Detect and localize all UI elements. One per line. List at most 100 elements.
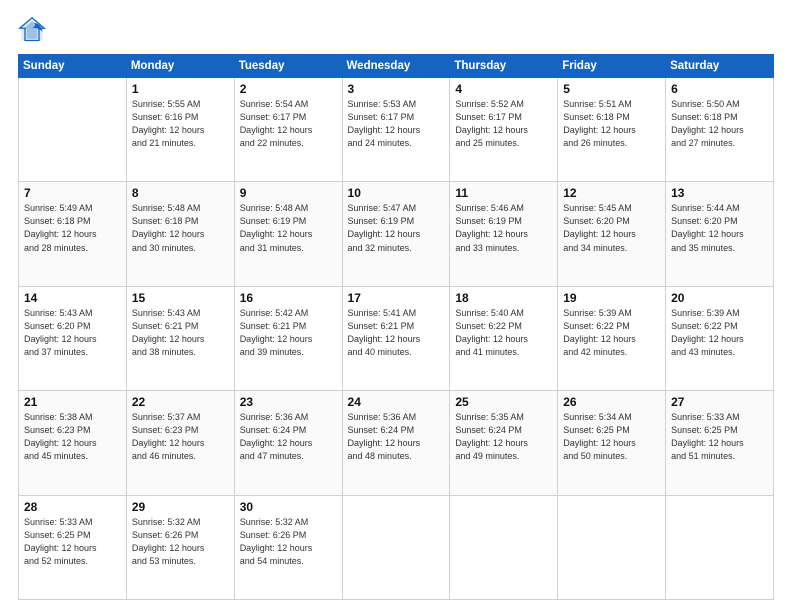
calendar-header-row: SundayMondayTuesdayWednesdayThursdayFrid… bbox=[19, 55, 774, 78]
calendar-cell: 22 Sunrise: 5:37 AM Sunset: 6:23 PM Dayli… bbox=[126, 391, 234, 495]
calendar-cell: 20Sunrise: 5:39 AM Sunset: 6:22 PM Dayli… bbox=[666, 286, 774, 390]
calendar-cell bbox=[342, 495, 450, 599]
calendar-cell: 1 Sunrise: 5:55 AM Sunset: 6:16 PM Daylig… bbox=[126, 78, 234, 182]
day-number: 24 bbox=[348, 395, 445, 409]
calendar-cell bbox=[666, 495, 774, 599]
day-number: 6 bbox=[671, 82, 768, 96]
day-number: 30 bbox=[240, 500, 337, 514]
calendar-cell: 9 Sunrise: 5:48 AM Sunset: 6:19 PM Daylig… bbox=[234, 182, 342, 286]
day-number: 1 bbox=[132, 82, 229, 96]
day-number: 13 bbox=[671, 186, 768, 200]
calendar-cell: 15 Sunrise: 5:43 AM Sunset: 6:21 PM Dayli… bbox=[126, 286, 234, 390]
calendar-cell: 26 Sunrise: 5:34 AM Sunset: 6:25 PM Dayli… bbox=[558, 391, 666, 495]
day-info: Sunrise: 5:36 AM Sunset: 6:24 PM Dayligh… bbox=[348, 411, 445, 463]
calendar-week-3: 21 Sunrise: 5:38 AM Sunset: 6:23 PM Dayli… bbox=[19, 391, 774, 495]
day-number: 12 bbox=[563, 186, 660, 200]
calendar-cell bbox=[558, 495, 666, 599]
calendar-cell: 30Sunrise: 5:32 AM Sunset: 6:26 PM Dayli… bbox=[234, 495, 342, 599]
calendar-cell: 7 Sunrise: 5:49 AM Sunset: 6:18 PM Daylig… bbox=[19, 182, 127, 286]
calendar-cell: 12 Sunrise: 5:45 AM Sunset: 6:20 PM Dayli… bbox=[558, 182, 666, 286]
calendar-cell: 23 Sunrise: 5:36 AM Sunset: 6:24 PM Dayli… bbox=[234, 391, 342, 495]
day-number: 20 bbox=[671, 291, 768, 305]
day-number: 17 bbox=[348, 291, 445, 305]
day-number: 22 bbox=[132, 395, 229, 409]
day-number: 5 bbox=[563, 82, 660, 96]
calendar-cell: 28 Sunrise: 5:33 AM Sunset: 6:25 PM Dayli… bbox=[19, 495, 127, 599]
calendar-header-tuesday: Tuesday bbox=[234, 55, 342, 78]
day-info: Sunrise: 5:42 AM Sunset: 6:21 PM Dayligh… bbox=[240, 307, 337, 359]
calendar-cell: 4Sunrise: 5:52 AM Sunset: 6:17 PM Daylig… bbox=[450, 78, 558, 182]
day-info: Sunrise: 5:49 AM Sunset: 6:18 PM Dayligh… bbox=[24, 202, 121, 254]
day-number: 14 bbox=[24, 291, 121, 305]
day-info: Sunrise: 5:33 AM Sunset: 6:25 PM Dayligh… bbox=[671, 411, 768, 463]
calendar-header-friday: Friday bbox=[558, 55, 666, 78]
calendar-cell: 27 Sunrise: 5:33 AM Sunset: 6:25 PM Dayli… bbox=[666, 391, 774, 495]
calendar-cell: 6 Sunrise: 5:50 AM Sunset: 6:18 PM Daylig… bbox=[666, 78, 774, 182]
day-info: Sunrise: 5:48 AM Sunset: 6:18 PM Dayligh… bbox=[132, 202, 229, 254]
day-info: Sunrise: 5:43 AM Sunset: 6:20 PM Dayligh… bbox=[24, 307, 121, 359]
calendar-cell: 3 Sunrise: 5:53 AM Sunset: 6:17 PM Daylig… bbox=[342, 78, 450, 182]
calendar-cell: 14 Sunrise: 5:43 AM Sunset: 6:20 PM Dayli… bbox=[19, 286, 127, 390]
calendar-cell: 2Sunrise: 5:54 AM Sunset: 6:17 PM Daylig… bbox=[234, 78, 342, 182]
header bbox=[18, 16, 774, 44]
calendar-cell: 24 Sunrise: 5:36 AM Sunset: 6:24 PM Dayli… bbox=[342, 391, 450, 495]
day-number: 7 bbox=[24, 186, 121, 200]
day-info: Sunrise: 5:41 AM Sunset: 6:21 PM Dayligh… bbox=[348, 307, 445, 359]
day-number: 2 bbox=[240, 82, 337, 96]
day-info: Sunrise: 5:44 AM Sunset: 6:20 PM Dayligh… bbox=[671, 202, 768, 254]
calendar-cell: 10 Sunrise: 5:47 AM Sunset: 6:19 PM Dayli… bbox=[342, 182, 450, 286]
day-number: 19 bbox=[563, 291, 660, 305]
calendar-week-4: 28 Sunrise: 5:33 AM Sunset: 6:25 PM Dayli… bbox=[19, 495, 774, 599]
day-info: Sunrise: 5:43 AM Sunset: 6:21 PM Dayligh… bbox=[132, 307, 229, 359]
calendar-cell: 8Sunrise: 5:48 AM Sunset: 6:18 PM Daylig… bbox=[126, 182, 234, 286]
calendar-cell: 16 Sunrise: 5:42 AM Sunset: 6:21 PM Dayli… bbox=[234, 286, 342, 390]
calendar-header-monday: Monday bbox=[126, 55, 234, 78]
calendar-cell bbox=[450, 495, 558, 599]
day-info: Sunrise: 5:39 AM Sunset: 6:22 PM Dayligh… bbox=[563, 307, 660, 359]
day-info: Sunrise: 5:55 AM Sunset: 6:16 PM Dayligh… bbox=[132, 98, 229, 150]
day-info: Sunrise: 5:45 AM Sunset: 6:20 PM Dayligh… bbox=[563, 202, 660, 254]
day-number: 26 bbox=[563, 395, 660, 409]
day-number: 16 bbox=[240, 291, 337, 305]
day-info: Sunrise: 5:34 AM Sunset: 6:25 PM Dayligh… bbox=[563, 411, 660, 463]
day-number: 21 bbox=[24, 395, 121, 409]
calendar-week-1: 7 Sunrise: 5:49 AM Sunset: 6:18 PM Daylig… bbox=[19, 182, 774, 286]
day-number: 15 bbox=[132, 291, 229, 305]
day-number: 10 bbox=[348, 186, 445, 200]
day-number: 27 bbox=[671, 395, 768, 409]
calendar-cell: 11Sunrise: 5:46 AM Sunset: 6:19 PM Dayli… bbox=[450, 182, 558, 286]
calendar-header-wednesday: Wednesday bbox=[342, 55, 450, 78]
calendar-cell: 18Sunrise: 5:40 AM Sunset: 6:22 PM Dayli… bbox=[450, 286, 558, 390]
day-info: Sunrise: 5:37 AM Sunset: 6:23 PM Dayligh… bbox=[132, 411, 229, 463]
day-info: Sunrise: 5:33 AM Sunset: 6:25 PM Dayligh… bbox=[24, 516, 121, 568]
day-info: Sunrise: 5:38 AM Sunset: 6:23 PM Dayligh… bbox=[24, 411, 121, 463]
day-number: 23 bbox=[240, 395, 337, 409]
day-number: 29 bbox=[132, 500, 229, 514]
day-number: 3 bbox=[348, 82, 445, 96]
day-info: Sunrise: 5:48 AM Sunset: 6:19 PM Dayligh… bbox=[240, 202, 337, 254]
day-info: Sunrise: 5:47 AM Sunset: 6:19 PM Dayligh… bbox=[348, 202, 445, 254]
day-number: 4 bbox=[455, 82, 552, 96]
calendar-header-thursday: Thursday bbox=[450, 55, 558, 78]
page: SundayMondayTuesdayWednesdayThursdayFrid… bbox=[0, 0, 792, 612]
calendar-header-saturday: Saturday bbox=[666, 55, 774, 78]
day-info: Sunrise: 5:35 AM Sunset: 6:24 PM Dayligh… bbox=[455, 411, 552, 463]
calendar-header-sunday: Sunday bbox=[19, 55, 127, 78]
day-number: 9 bbox=[240, 186, 337, 200]
day-info: Sunrise: 5:36 AM Sunset: 6:24 PM Dayligh… bbox=[240, 411, 337, 463]
calendar-cell: 13 Sunrise: 5:44 AM Sunset: 6:20 PM Dayli… bbox=[666, 182, 774, 286]
day-number: 28 bbox=[24, 500, 121, 514]
day-info: Sunrise: 5:32 AM Sunset: 6:26 PM Dayligh… bbox=[132, 516, 229, 568]
day-info: Sunrise: 5:40 AM Sunset: 6:22 PM Dayligh… bbox=[455, 307, 552, 359]
calendar-cell: 21 Sunrise: 5:38 AM Sunset: 6:23 PM Dayli… bbox=[19, 391, 127, 495]
logo bbox=[18, 16, 50, 44]
calendar-cell: 25Sunrise: 5:35 AM Sunset: 6:24 PM Dayli… bbox=[450, 391, 558, 495]
calendar-cell: 17 Sunrise: 5:41 AM Sunset: 6:21 PM Dayli… bbox=[342, 286, 450, 390]
day-info: Sunrise: 5:51 AM Sunset: 6:18 PM Dayligh… bbox=[563, 98, 660, 150]
day-info: Sunrise: 5:50 AM Sunset: 6:18 PM Dayligh… bbox=[671, 98, 768, 150]
calendar-week-2: 14 Sunrise: 5:43 AM Sunset: 6:20 PM Dayli… bbox=[19, 286, 774, 390]
calendar-cell: 5 Sunrise: 5:51 AM Sunset: 6:18 PM Daylig… bbox=[558, 78, 666, 182]
day-info: Sunrise: 5:53 AM Sunset: 6:17 PM Dayligh… bbox=[348, 98, 445, 150]
calendar-week-0: 1 Sunrise: 5:55 AM Sunset: 6:16 PM Daylig… bbox=[19, 78, 774, 182]
day-info: Sunrise: 5:46 AM Sunset: 6:19 PM Dayligh… bbox=[455, 202, 552, 254]
